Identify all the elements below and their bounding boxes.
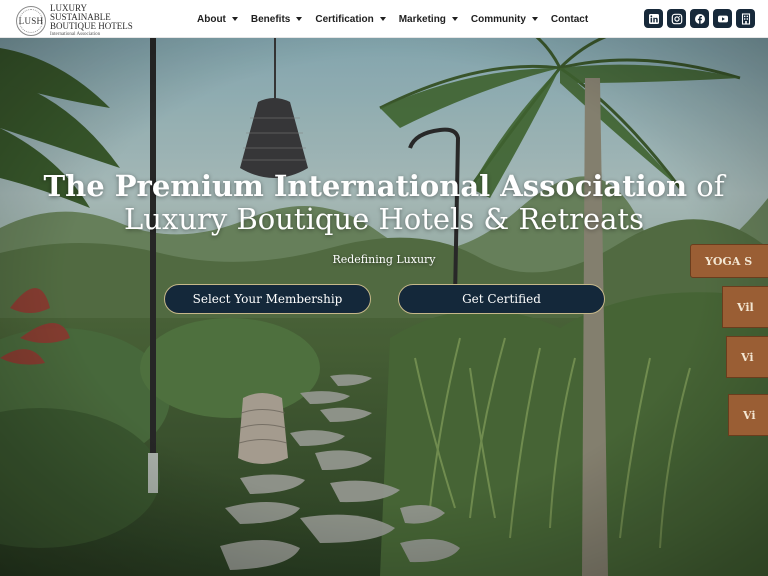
chevron-down-icon [296, 17, 303, 21]
directory-icon[interactable] [736, 9, 755, 28]
wooden-sign-villa-1: Vil [722, 286, 768, 328]
logo-line-4: International Association [50, 32, 101, 37]
select-membership-button[interactable]: Select Your Membership [164, 284, 371, 314]
nav-item-contact[interactable]: Contact [551, 14, 588, 25]
hero-background-photo [0, 38, 768, 576]
nav-item-label: Marketing [398, 13, 446, 25]
main-nav: About Benefits Certification Marketing C… [197, 0, 601, 38]
youtube-icon[interactable] [713, 9, 732, 28]
nav-item-certification[interactable]: Certification [315, 13, 386, 25]
instagram-icon[interactable] [667, 9, 686, 28]
wooden-sign-villa-2: Vi [726, 336, 768, 378]
facebook-icon[interactable] [690, 9, 709, 28]
chevron-down-icon [531, 17, 538, 21]
sign-label: Vil [737, 300, 754, 314]
wooden-sign-villa-3: Vi [728, 394, 768, 436]
nav-item-label: About [197, 13, 226, 25]
chevron-down-icon [379, 17, 386, 21]
chevron-down-icon [451, 17, 458, 21]
logo-seal-text: LUSH [18, 16, 44, 26]
nav-item-label: Community [470, 13, 526, 25]
hero-title: The Premium International Association of… [0, 170, 768, 236]
nav-item-community[interactable]: Community [471, 14, 538, 25]
sign-label: Vi [743, 408, 756, 422]
nav-item-label: Benefits [250, 13, 291, 25]
get-certified-button[interactable]: Get Certified [398, 284, 605, 314]
hero-title-of: of [687, 169, 725, 203]
site-header: LUSH LUXURY SUSTAINABLE BOUTIQUE HOTELS … [0, 0, 768, 38]
nav-item-label: Contact [550, 13, 589, 25]
nav-item-label: Certification [315, 13, 374, 25]
logo-seal: LUSH [16, 6, 46, 36]
sign-label: Vi [741, 350, 754, 364]
hero-title-strong: The Premium International Association [43, 169, 688, 203]
hero-subtitle: Redefining Luxury [332, 253, 436, 266]
hero-title-line-2: Luxury Boutique Hotels & Retreats [124, 202, 644, 236]
site-logo[interactable]: LUSH LUXURY SUSTAINABLE BOUTIQUE HOTELS … [16, 4, 133, 38]
logo-wordmark: LUXURY SUSTAINABLE BOUTIQUE HOTELS Inter… [50, 4, 133, 38]
hero-section: YOGA S Vil Vi Vi The Premium Internation… [0, 38, 768, 576]
social-links [644, 9, 759, 28]
chevron-down-icon [231, 17, 238, 21]
nav-item-benefits[interactable]: Benefits [250, 13, 303, 25]
linkedin-icon[interactable] [644, 9, 663, 28]
logo-line-3: BOUTIQUE HOTELS [50, 21, 133, 31]
nav-item-about[interactable]: About [197, 14, 238, 25]
nav-item-marketing[interactable]: Marketing [399, 14, 458, 25]
